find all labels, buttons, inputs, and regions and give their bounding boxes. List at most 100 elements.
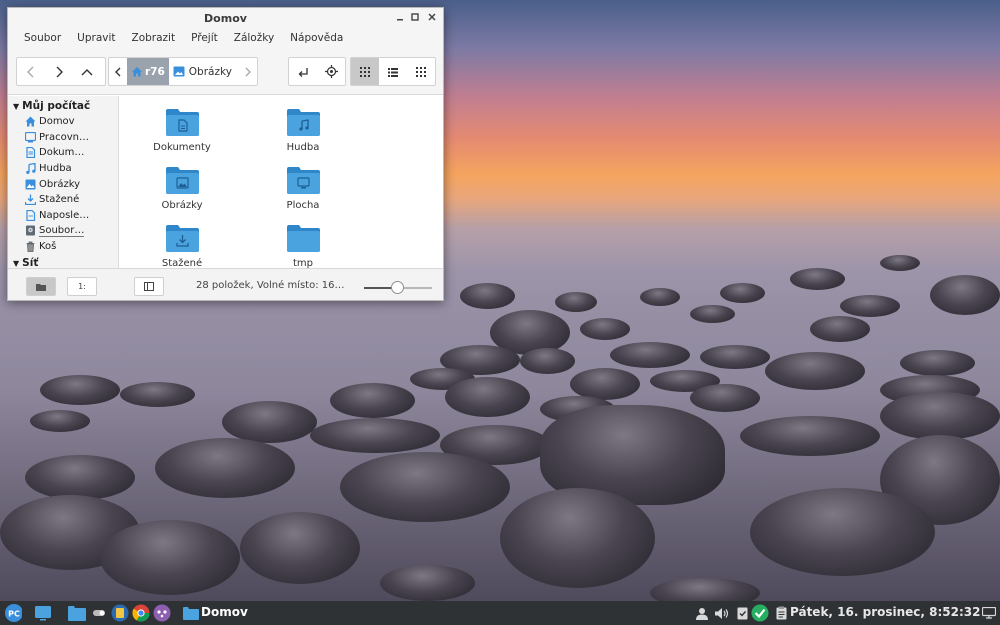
show-desktop-button[interactable] (34, 604, 52, 622)
close-button[interactable] (425, 12, 439, 26)
home-icon (132, 67, 142, 77)
clock[interactable]: Pátek, 16. prosinec, 8:52:32 (790, 605, 980, 619)
folder-item[interactable]: Obrázky (127, 166, 237, 211)
sidebar-item-label: Pracovn… (39, 131, 89, 143)
toggle-launcher[interactable] (92, 604, 106, 622)
folder-item[interactable]: Hudba (248, 108, 358, 153)
filesystem-icon (25, 225, 36, 236)
locate-button[interactable] (317, 58, 345, 85)
zoom-slider-handle[interactable] (391, 281, 404, 294)
folder-name: Obrázky (161, 200, 203, 211)
chrome-launcher[interactable] (132, 604, 150, 622)
title-bar[interactable]: Domov (8, 8, 443, 30)
maximize-icon (411, 13, 419, 21)
chevron-down-icon: ▼ (13, 259, 20, 268)
taskbar-window-button[interactable]: Domov (201, 605, 248, 619)
game-launcher[interactable] (153, 604, 171, 622)
menu-edit[interactable]: Upravit (69, 30, 123, 50)
music-icon (25, 163, 36, 175)
chevron-right-icon (245, 67, 251, 76)
minimize-button[interactable] (393, 12, 407, 26)
breadcrumb-left-button[interactable] (109, 58, 127, 85)
document-icon (25, 147, 36, 159)
sidebar-section-my-computer[interactable]: ▼ Můj počítač (8, 96, 118, 114)
sidebar-item-label: Domov (39, 116, 75, 128)
compact-view-button[interactable] (407, 58, 435, 85)
up-button[interactable] (73, 58, 101, 85)
sidebar-item-trash[interactable]: Koš (8, 239, 118, 255)
desktop-icon (35, 606, 51, 621)
notes-icon (111, 604, 129, 622)
menu-view[interactable]: Zobrazit (124, 30, 184, 50)
picture-icon (25, 179, 36, 190)
toolbar: r76 Obrázky (8, 50, 443, 95)
clipboard-icon[interactable] (772, 604, 790, 622)
display-icon[interactable] (980, 604, 998, 622)
chevron-left-icon (27, 66, 34, 77)
show-tree-button[interactable]: 1: (67, 277, 97, 296)
list-icon (388, 67, 398, 77)
breadcrumb-right-button[interactable] (239, 58, 257, 85)
start-menu-button[interactable]: PC (4, 604, 22, 622)
clipboard-check-icon[interactable] (733, 604, 751, 622)
close-icon (428, 13, 436, 21)
folder-item[interactable]: tmp (248, 224, 358, 268)
gamepad-icon (153, 604, 171, 622)
text-editor-launcher[interactable] (111, 604, 129, 622)
file-manager-launcher[interactable] (68, 604, 86, 622)
folder-item[interactable]: Dokumenty (127, 108, 237, 153)
folder-icon (165, 166, 199, 194)
sidebar-item-recent[interactable]: Naposle… (8, 208, 118, 224)
enter-icon (298, 67, 308, 77)
sidebar-item-label: Stažené (39, 194, 80, 206)
folder-name: tmp (292, 258, 313, 268)
toggle-location-button[interactable] (289, 58, 317, 85)
forward-button[interactable] (45, 58, 73, 85)
maximize-button[interactable] (408, 12, 422, 26)
sidebar-item-music[interactable]: Hudba (8, 161, 118, 177)
user-icon[interactable] (693, 604, 711, 622)
sidebar-item-desktop[interactable]: Pracovn… (8, 130, 118, 146)
breadcrumb-pictures[interactable]: Obrázky (169, 58, 236, 85)
sidebar-item-label: Koš (39, 241, 57, 253)
folder-name: Plocha (286, 200, 320, 211)
back-button[interactable] (17, 58, 45, 85)
list-view-button[interactable] (379, 58, 407, 85)
chevron-left-icon (115, 67, 121, 76)
update-status-icon[interactable] (751, 604, 769, 622)
menu-bookmarks[interactable]: Záložky (226, 30, 282, 50)
task-window-icon (182, 604, 200, 622)
breadcrumb-home[interactable]: r76 (127, 58, 169, 85)
volume-icon[interactable] (713, 604, 731, 622)
recent-icon (25, 209, 36, 221)
sidebar-item-home[interactable]: Domov (8, 114, 118, 130)
menu-bar: Soubor Upravit Zobrazit Přejít Záložky N… (8, 30, 443, 50)
sidebar-item-pictures[interactable]: Obrázky (8, 176, 118, 192)
window-title: Domov (204, 12, 247, 25)
menu-file[interactable]: Soubor (16, 30, 69, 50)
file-manager-window: Domov Soubor Upravit Zobrazit Přejít Zál… (7, 7, 444, 301)
sidebar-item-label: Dokum… (39, 147, 85, 159)
menu-help[interactable]: Nápověda (282, 30, 351, 50)
zoom-slider[interactable] (364, 281, 432, 294)
sidebar-section-network[interactable]: ▼ Síť (8, 254, 118, 268)
crosshair-icon (324, 65, 338, 78)
folder-item[interactable]: Stažené (127, 224, 237, 268)
toggle-sidebar-button[interactable] (134, 277, 164, 296)
trash-icon (25, 241, 36, 252)
picture-icon (173, 66, 185, 77)
sidebar-item-filesystem[interactable]: Soubor… (8, 223, 118, 239)
folder-item[interactable]: Plocha (248, 166, 358, 211)
folder-name: Hudba (286, 142, 320, 153)
show-places-button[interactable] (26, 277, 56, 296)
chevron-down-icon: ▼ (13, 102, 20, 111)
icon-view-button[interactable] (351, 58, 379, 85)
grid-icon (360, 66, 370, 77)
sidebar-item-documents[interactable]: Dokum… (8, 145, 118, 161)
sidebar-item-downloads[interactable]: Stažené (8, 192, 118, 208)
taskbar: PC Domov Pátek, 16. prosinec, 8:52:32 (0, 601, 1000, 625)
view-mode-buttons (350, 57, 436, 86)
breadcrumb-home-label: r76 (145, 65, 165, 78)
menu-go[interactable]: Přejít (183, 30, 226, 50)
file-view: Dokumenty Hudba Obrázky Plocha Stažené t… (119, 96, 443, 268)
